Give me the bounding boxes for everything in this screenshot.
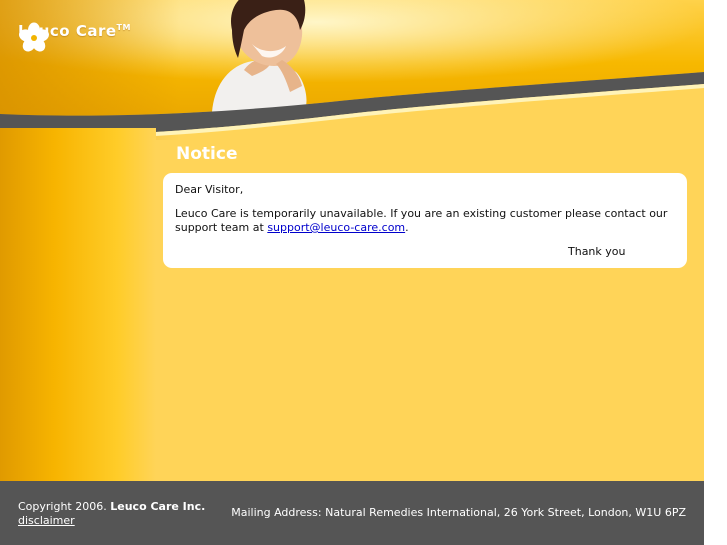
disclaimer-link[interactable]: disclaimer (18, 514, 75, 527)
notice-title: Notice (176, 144, 238, 164)
copyright-text: Copyright 2006. Leuco Care Inc. (18, 500, 205, 513)
notice-sign-off: Thank you (568, 245, 626, 258)
notice-box: Dear Visitor, Leuco Care is temporarily … (163, 173, 687, 268)
right-gutter (704, 0, 727, 545)
trademark-mark: TM (116, 23, 131, 32)
notice-message-end: . (405, 221, 409, 234)
flower-icon (19, 22, 49, 52)
notice-greeting: Dear Visitor, (175, 183, 244, 196)
page: Leuco CareTM Notice Dear Visitor, Leuco … (0, 0, 704, 545)
footer: Copyright 2006. Leuco Care Inc. disclaim… (0, 481, 704, 545)
copyright-prefix: Copyright 2006. (18, 500, 107, 513)
mailing-address: Mailing Address: Natural Remedies Intern… (231, 506, 686, 519)
support-email-link[interactable]: support@leuco-care.com (267, 221, 405, 234)
left-column (0, 128, 156, 481)
notice-message-text: Leuco Care is temporarily unavailable. I… (175, 207, 668, 234)
brand-logo[interactable]: Leuco CareTM (18, 22, 131, 52)
company-name: Leuco Care Inc. (110, 500, 206, 513)
header-banner: Leuco CareTM (0, 0, 704, 145)
notice-message: Leuco Care is temporarily unavailable. I… (175, 207, 675, 235)
